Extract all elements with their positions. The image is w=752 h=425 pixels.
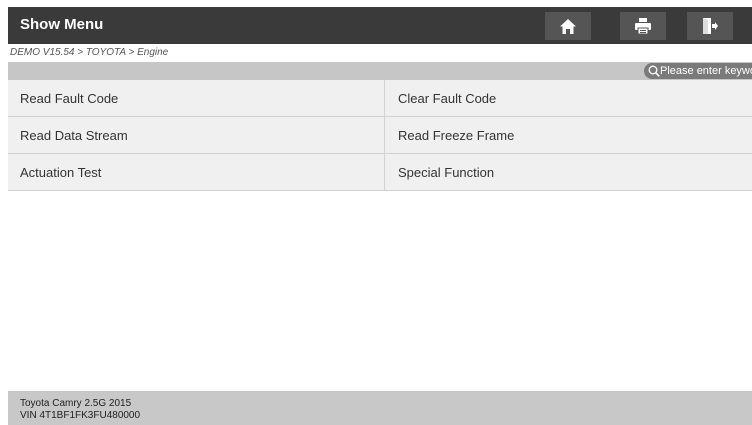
menu-item-label: Read Fault Code [20,90,119,106]
app-window: Show Menu DEMO V15.54 > TOYOTA > Engine … [8,7,752,425]
home-icon [560,18,576,34]
vehicle-name: Toyota Camry 2.5G 2015 [20,398,132,409]
menu-item-label: Actuation Test [20,164,102,180]
menu-item-label: Clear Fault Code [398,90,497,106]
menu-item-read-fault-code[interactable]: Read Fault Code [8,80,385,117]
menu-item-label: Read Data Stream [20,127,128,143]
function-menu: Read Fault Code Clear Fault Code Read Da… [8,80,752,191]
exit-button[interactable] [687,12,733,40]
search-input[interactable] [644,63,752,79]
menu-item-label: Special Function [398,164,495,180]
search-icon [648,65,660,77]
menu-item-clear-fault-code[interactable]: Clear Fault Code [385,80,752,117]
vehicle-info-footer: Toyota Camry 2.5G 2015 VIN 4T1BF1FK3FU48… [8,391,752,425]
vehicle-vin: VIN 4T1BF1FK3FU480000 [20,410,141,421]
menu-item-read-data-stream[interactable]: Read Data Stream [8,117,385,154]
menu-item-actuation-test[interactable]: Actuation Test [8,154,385,191]
menu-item-label: Read Freeze Frame [398,127,515,143]
home-button[interactable] [545,12,591,40]
menu-item-read-freeze-frame[interactable]: Read Freeze Frame [385,117,752,154]
menu-item-special-function[interactable]: Special Function [385,154,752,191]
title-bar: Show Menu [8,7,752,44]
page-title: Show Menu [20,16,104,33]
breadcrumb: DEMO V15.54 > TOYOTA > Engine [10,47,169,58]
exit-icon [703,18,718,34]
print-button[interactable] [620,12,666,40]
print-icon [635,18,651,34]
search-bar [8,62,752,80]
